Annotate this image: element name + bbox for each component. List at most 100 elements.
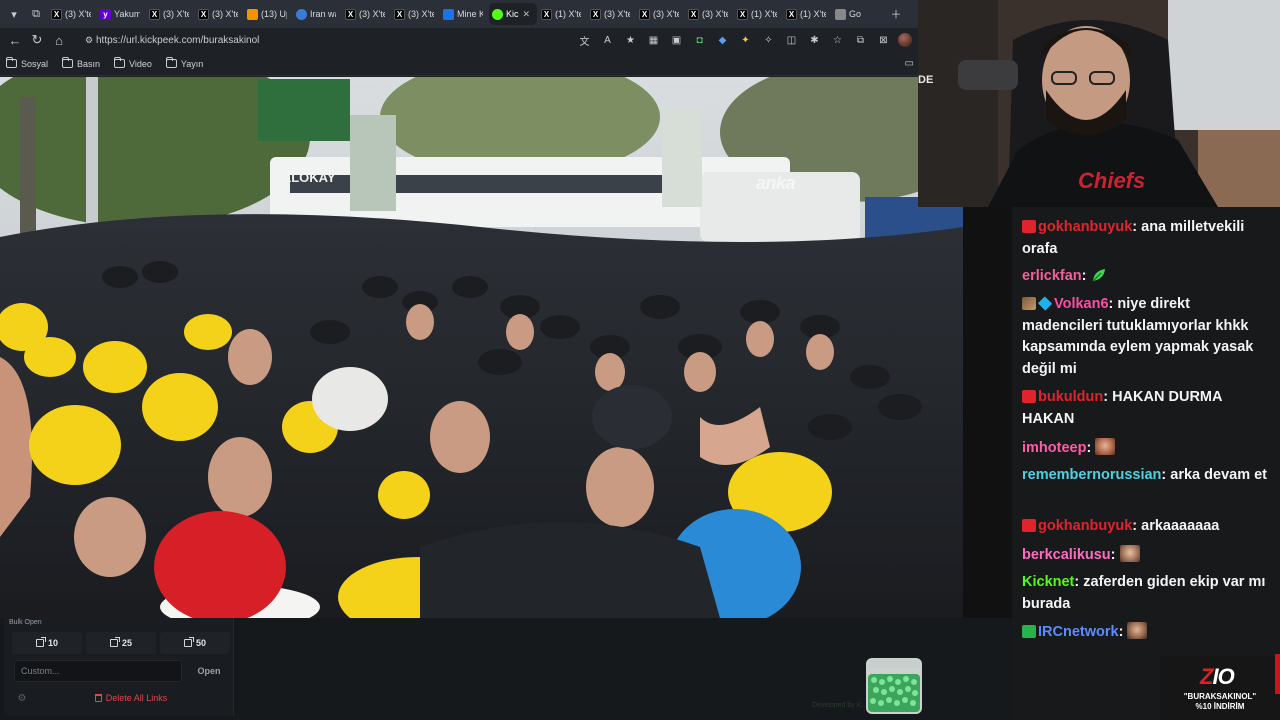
extension-green-icon[interactable]: ◘	[691, 32, 708, 49]
chat-username[interactable]: erlickfan	[1022, 268, 1082, 284]
browser-tab[interactable]: (13) Up	[244, 3, 292, 25]
new-tab-plus-icon[interactable]: ＋	[886, 4, 906, 24]
tab-label: Mine K	[457, 9, 483, 19]
browser-tab[interactable]: X (1) X'te	[734, 3, 782, 25]
chat-username[interactable]: Volkan6	[1054, 296, 1109, 312]
tab-list-chevron-icon[interactable]: ▾	[4, 4, 24, 24]
chat-username[interactable]: Kicknet	[1022, 574, 1074, 590]
browser-essentials-icon[interactable]: ⊠	[875, 32, 892, 49]
open-custom-button[interactable]: Open	[190, 660, 228, 682]
kick-logo	[492, 8, 503, 20]
profile-avatar[interactable]	[898, 33, 912, 47]
browser-tab[interactable]: Go	[832, 3, 880, 25]
chat-message: imhoteep:	[1022, 438, 1274, 460]
delete-all-links-button[interactable]: Delete All Links	[34, 688, 228, 708]
browser-tab[interactable]: X (1) X'te	[538, 3, 586, 25]
tab-label: Yakum	[114, 9, 140, 19]
extension-blue-icon[interactable]: ◆	[714, 32, 731, 49]
read-aloud-icon[interactable]: A	[599, 32, 616, 49]
browser-tab[interactable]: X (3) X'te	[48, 3, 96, 25]
chat-username[interactable]: remembernorussian	[1022, 467, 1161, 483]
browser-tab[interactable]: y Yakum	[97, 3, 145, 25]
split-screen-icon[interactable]: ◫	[783, 32, 800, 49]
face-emote-icon	[1119, 545, 1140, 562]
site-info-icon[interactable]: ⚙	[82, 29, 96, 51]
chat-separator: :	[1132, 219, 1142, 235]
chat-username[interactable]: berkcalikusu	[1022, 547, 1111, 563]
browser-tab[interactable]: X (3) X'te	[342, 3, 390, 25]
tab-label: (3) X'te	[408, 9, 434, 19]
browser-tab[interactable]: X (3) X'te	[391, 3, 439, 25]
extension-box-icon[interactable]: ▣	[668, 32, 685, 49]
tab-label: Go	[849, 9, 862, 19]
bookmark-folder-basin[interactable]: Basın	[62, 57, 101, 69]
browser-tab[interactable]: X (3) X'te	[195, 3, 243, 25]
chat-username[interactable]: imhoteep	[1022, 440, 1086, 456]
reload-icon[interactable]: ↻	[26, 29, 48, 51]
chat-username[interactable]: IRCnetwork	[1038, 624, 1119, 640]
bookmark-folder-sosyal[interactable]: Sosyal	[6, 57, 49, 69]
open-50-button[interactable]: 50	[160, 632, 230, 654]
browser-tab[interactable]: X (3) X'te	[636, 3, 684, 25]
browser-tab[interactable]: Mine K	[440, 3, 488, 25]
close-tab-icon[interactable]: ✕	[523, 9, 531, 20]
x-logo: X	[345, 8, 356, 20]
extension-yellow-icon[interactable]: ✦	[737, 32, 754, 49]
extensions-icon[interactable]: ✱	[806, 32, 823, 49]
home-icon[interactable]: ⌂	[48, 29, 70, 51]
tab-label: (3) X'te	[702, 9, 728, 19]
open-10-button[interactable]: 10	[12, 632, 82, 654]
browser-tab[interactable]: Iran wa	[293, 3, 341, 25]
favorite-star-icon[interactable]: ★	[622, 32, 639, 49]
bookmark-label: Video	[129, 58, 152, 69]
extension-grid-icon[interactable]: ▦	[645, 32, 662, 49]
browser-tab[interactable]: X (3) X'te	[587, 3, 635, 25]
bookmark-label: Basın	[77, 58, 101, 69]
other-favorites-icon[interactable]: ▭	[905, 58, 914, 69]
browser-tab[interactable]: X (3) X'te	[685, 3, 733, 25]
tab-label: Iran wa	[310, 9, 336, 19]
bookmark-folder-video[interactable]: Video	[114, 57, 152, 69]
address-bar[interactable]: ⚙ https://url.kickpeek.com/buraksakinol	[76, 30, 566, 50]
globe-icon	[296, 8, 307, 20]
browser-tab[interactable]: X (3) X'te	[146, 3, 194, 25]
extension-puzzle-icon[interactable]: ✧	[760, 32, 777, 49]
bookmark-label: Sosyal	[21, 58, 49, 69]
wedding-hall-sign-subtitle: NİKAH SALONU	[275, 201, 337, 210]
tab-label: (3) X'te	[212, 9, 238, 19]
settings-gear-icon[interactable]: ⚙	[14, 690, 30, 706]
workspaces-icon[interactable]: ⧉	[26, 4, 46, 24]
x-logo: X	[541, 8, 552, 20]
chat-separator: :	[1074, 574, 1084, 590]
favorites-icon[interactable]: ☆	[829, 32, 846, 49]
chat-username[interactable]: gokhanbuyuk	[1038, 219, 1132, 235]
bookmark-folder-yayin[interactable]: Yayın	[165, 57, 203, 69]
chat-username[interactable]: bukuldun	[1038, 389, 1103, 405]
custom-count-input[interactable]	[14, 660, 182, 682]
leaf-emote-icon	[1091, 267, 1107, 283]
chat-username[interactable]: gokhanbuyuk	[1038, 518, 1132, 534]
x-logo: X	[688, 8, 699, 20]
external-link-icon	[109, 637, 120, 647]
translate-icon[interactable]: 文	[576, 32, 593, 49]
browser-tab[interactable]: Kic ✕	[489, 3, 537, 25]
open-25-button[interactable]: 25	[86, 632, 156, 654]
chat-message: Kicknet: zaferden giden ekip var mı bura…	[1022, 572, 1274, 615]
delete-label: Delete All Links	[105, 693, 168, 703]
stream-video[interactable]: EDAT DALOKAY NİKAH SALONU anka	[0, 77, 963, 618]
chat-message: IRCnetwork:	[1022, 622, 1274, 644]
sponsor-banner: ZIO "BURAKSAKINOL" %10 İNDİRİM	[1160, 656, 1280, 720]
chat-badge-icon	[1022, 297, 1036, 310]
chat-message: Volkan6: niye direkt madencileri tutukla…	[1022, 294, 1274, 380]
collections-icon[interactable]: ⧉	[852, 32, 869, 49]
chat-message: gokhanbuyuk: ana milletvekili orafa	[1022, 217, 1274, 260]
gray-icon	[835, 8, 846, 20]
face-emote-icon	[1095, 438, 1116, 455]
back-arrow-icon[interactable]: ←	[4, 29, 26, 51]
webcam-overlay-text: DE	[918, 74, 934, 86]
chat-badge-icon	[1037, 296, 1053, 311]
red-accent-strip	[1275, 654, 1280, 694]
external-link-icon	[183, 637, 194, 647]
tab-label: (1) X'te	[800, 9, 826, 19]
browser-tab[interactable]: X (1) X'te	[783, 3, 831, 25]
